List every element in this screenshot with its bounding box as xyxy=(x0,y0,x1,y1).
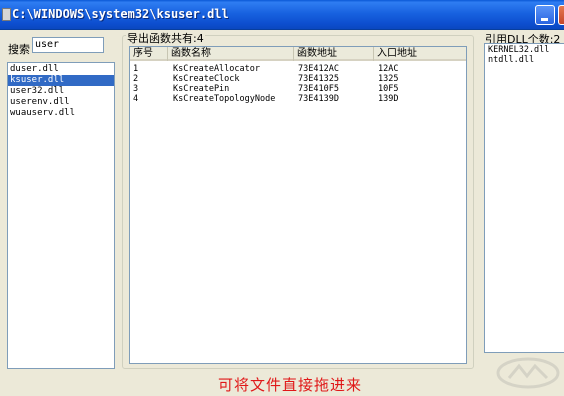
drag-drop-hint: 可将文件直接拖进来 xyxy=(218,376,363,394)
cell-index: 2 xyxy=(133,74,139,84)
dll-list[interactable]: duser.dll ksuser.dll user32.dll userenv.… xyxy=(7,62,115,369)
cell-function-name: KsCreatePin xyxy=(173,84,230,94)
cell-index: 1 xyxy=(133,64,139,74)
column-header-index[interactable]: 序号 xyxy=(130,47,168,61)
dll-list-item[interactable]: wuauserv.dll xyxy=(8,108,114,119)
cell-entry-address: 12AC xyxy=(378,64,399,74)
dll-list-item-selected[interactable]: ksuser.dll xyxy=(8,75,114,86)
cell-function-address: 73E412AC xyxy=(298,64,339,74)
watermark-logo xyxy=(496,357,560,389)
referenced-dll-list[interactable]: KERNEL32.dll ntdll.dll xyxy=(484,43,564,353)
column-header-function-address[interactable]: 函数地址 xyxy=(294,47,374,61)
close-button[interactable] xyxy=(558,5,564,25)
cell-function-name: KsCreateTopologyNode xyxy=(173,94,276,104)
window-title: C:\WINDOWS\system32\ksuser.dll xyxy=(12,7,229,21)
exports-table[interactable]: 序号 函数名称 函数地址 入口地址 1 KsCreateAllocator 73… xyxy=(129,46,467,364)
cell-function-address: 73E410F5 xyxy=(298,84,339,94)
dll-list-item[interactable]: duser.dll xyxy=(8,64,114,75)
table-row[interactable]: 1 KsCreateAllocator 73E412AC 12AC xyxy=(130,64,466,74)
referenced-dll-item[interactable]: ntdll.dll xyxy=(485,55,564,65)
cell-entry-address: 1325 xyxy=(378,74,399,84)
search-label: 搜索 xyxy=(8,43,30,56)
cell-function-address: 73E4139D xyxy=(298,94,339,104)
table-row[interactable]: 4 KsCreateTopologyNode 73E4139D 139D xyxy=(130,94,466,104)
cell-entry-address: 10F5 xyxy=(378,84,399,94)
cell-function-name: KsCreateAllocator xyxy=(173,64,260,74)
referenced-dll-item[interactable]: KERNEL32.dll xyxy=(485,45,564,55)
column-header-entry-address[interactable]: 入口地址 xyxy=(374,47,466,61)
title-bar[interactable]: C:\WINDOWS\system32\ksuser.dll xyxy=(0,0,564,30)
table-row[interactable]: 3 KsCreatePin 73E410F5 10F5 xyxy=(130,84,466,94)
cell-function-address: 73E41325 xyxy=(298,74,339,84)
column-header-function-name[interactable]: 函数名称 xyxy=(168,47,294,61)
app-icon xyxy=(2,8,11,21)
dll-list-item[interactable]: userenv.dll xyxy=(8,97,114,108)
cell-entry-address: 139D xyxy=(378,94,399,104)
cell-index: 4 xyxy=(133,94,139,104)
dll-list-item[interactable]: user32.dll xyxy=(8,86,114,97)
exports-table-header: 序号 函数名称 函数地址 入口地址 xyxy=(130,47,466,61)
search-input[interactable]: user xyxy=(32,37,104,53)
cell-index: 3 xyxy=(133,84,139,94)
table-row[interactable]: 2 KsCreateClock 73E41325 1325 xyxy=(130,74,466,84)
minimize-icon xyxy=(541,18,548,21)
minimize-button[interactable] xyxy=(535,5,555,25)
cell-function-name: KsCreateClock xyxy=(173,74,240,84)
exports-count-label: 导出函数共有:4 xyxy=(126,30,205,46)
